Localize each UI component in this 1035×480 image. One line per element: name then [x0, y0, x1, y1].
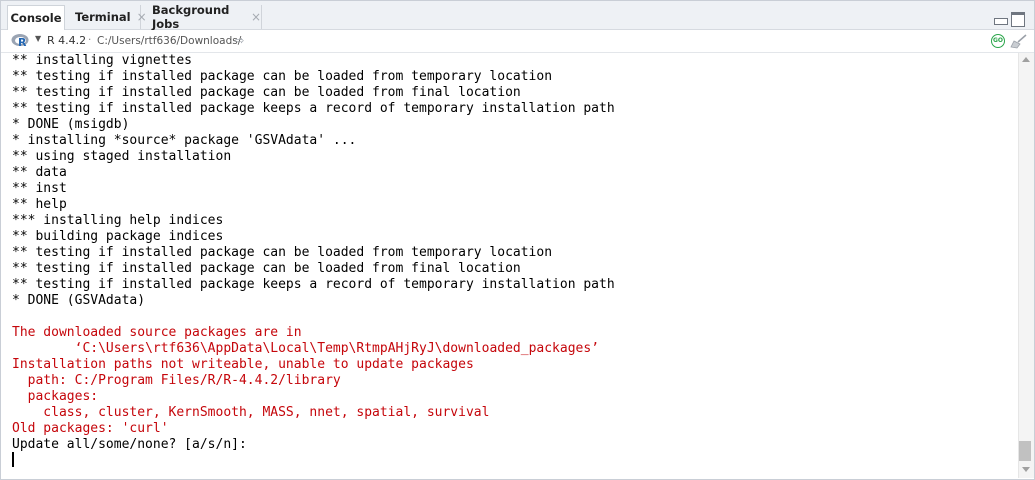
- separator-dot: ·: [88, 34, 92, 46]
- console-line: ** data: [12, 165, 67, 180]
- console-line: ** testing if installed package can be l…: [12, 69, 553, 84]
- console-line: ** testing if installed package keeps a …: [12, 101, 615, 116]
- console-line: ** using staged installation: [12, 149, 232, 164]
- console-line: ** testing if installed package can be l…: [12, 261, 521, 276]
- go-icon[interactable]: GO: [991, 34, 1005, 48]
- console-line: ** building package indices: [12, 229, 224, 244]
- go-to-directory-icon[interactable]: ⇨: [235, 34, 244, 47]
- chevron-down-icon[interactable]: ▼: [35, 34, 41, 43]
- scroll-up-icon[interactable]: [1022, 57, 1030, 62]
- text-cursor: [12, 452, 14, 467]
- scrollbar-thumb[interactable]: [1019, 441, 1031, 461]
- console-line: ** testing if installed package keeps a …: [12, 277, 615, 292]
- tab-bar: Console Terminal × Background Jobs ×: [1, 1, 1034, 31]
- console-line: class, cluster, KernSmooth, MASS, nnet, …: [12, 405, 490, 420]
- console-line: * installing *source* package 'GSVAdata'…: [12, 133, 357, 148]
- maximize-pane-icon[interactable]: [1011, 12, 1025, 27]
- console-line: ** inst: [12, 181, 67, 196]
- working-directory[interactable]: C:/Users/rtf636/Downloads/: [97, 35, 241, 47]
- tab-background-jobs-label: Background Jobs: [152, 3, 230, 31]
- r-version-label[interactable]: R 4.4.2: [47, 34, 86, 47]
- tab-console[interactable]: Console: [7, 5, 65, 30]
- console-line: * DONE (GSVAdata): [12, 293, 146, 308]
- console-line: Installation paths not writeable, unable…: [12, 357, 474, 372]
- tab-background-jobs[interactable]: Background Jobs ×: [144, 3, 262, 31]
- broom-clear-icon[interactable]: [1009, 33, 1029, 49]
- console-line: The downloaded source packages are in: [12, 325, 302, 340]
- tab-terminal-label: Terminal: [75, 10, 131, 24]
- console-line: ** testing if installed package can be l…: [12, 245, 553, 260]
- console-pane: Console Terminal × Background Jobs × R ▼…: [0, 0, 1035, 480]
- console-toolbar: R ▼ R 4.4.2 · C:/Users/rtf636/Downloads/…: [1, 30, 1034, 53]
- svg-text:R: R: [18, 36, 27, 48]
- console-line: packages:: [12, 389, 99, 404]
- console-line: Old packages: 'curl': [12, 421, 169, 436]
- vertical-scrollbar[interactable]: [1018, 53, 1034, 478]
- console-output[interactable]: ** installing vignettes ** testing if ins…: [1, 53, 1015, 478]
- console-line: ** testing if installed package can be l…: [12, 85, 521, 100]
- r-logo-icon: R: [11, 34, 29, 48]
- tab-console-label: Console: [10, 11, 62, 25]
- console-line: * DONE (msigdb): [12, 117, 130, 132]
- console-line: ‘C:\Users\rtf636\AppData\Local\Temp\Rtmp…: [12, 341, 600, 356]
- console-line: Update all/some/none? [a/s/n]:: [12, 437, 247, 452]
- console-line: ** installing vignettes: [12, 53, 193, 68]
- tab-terminal[interactable]: Terminal ×: [67, 5, 147, 29]
- console-line: *** installing help indices: [12, 213, 224, 228]
- console-line: path: C:/Program Files/R/R-4.4.2/library: [12, 373, 341, 388]
- close-icon[interactable]: ×: [251, 10, 261, 24]
- scroll-down-icon[interactable]: [1022, 467, 1030, 472]
- console-line: ** help: [12, 197, 67, 212]
- minimize-pane-icon[interactable]: [994, 18, 1008, 25]
